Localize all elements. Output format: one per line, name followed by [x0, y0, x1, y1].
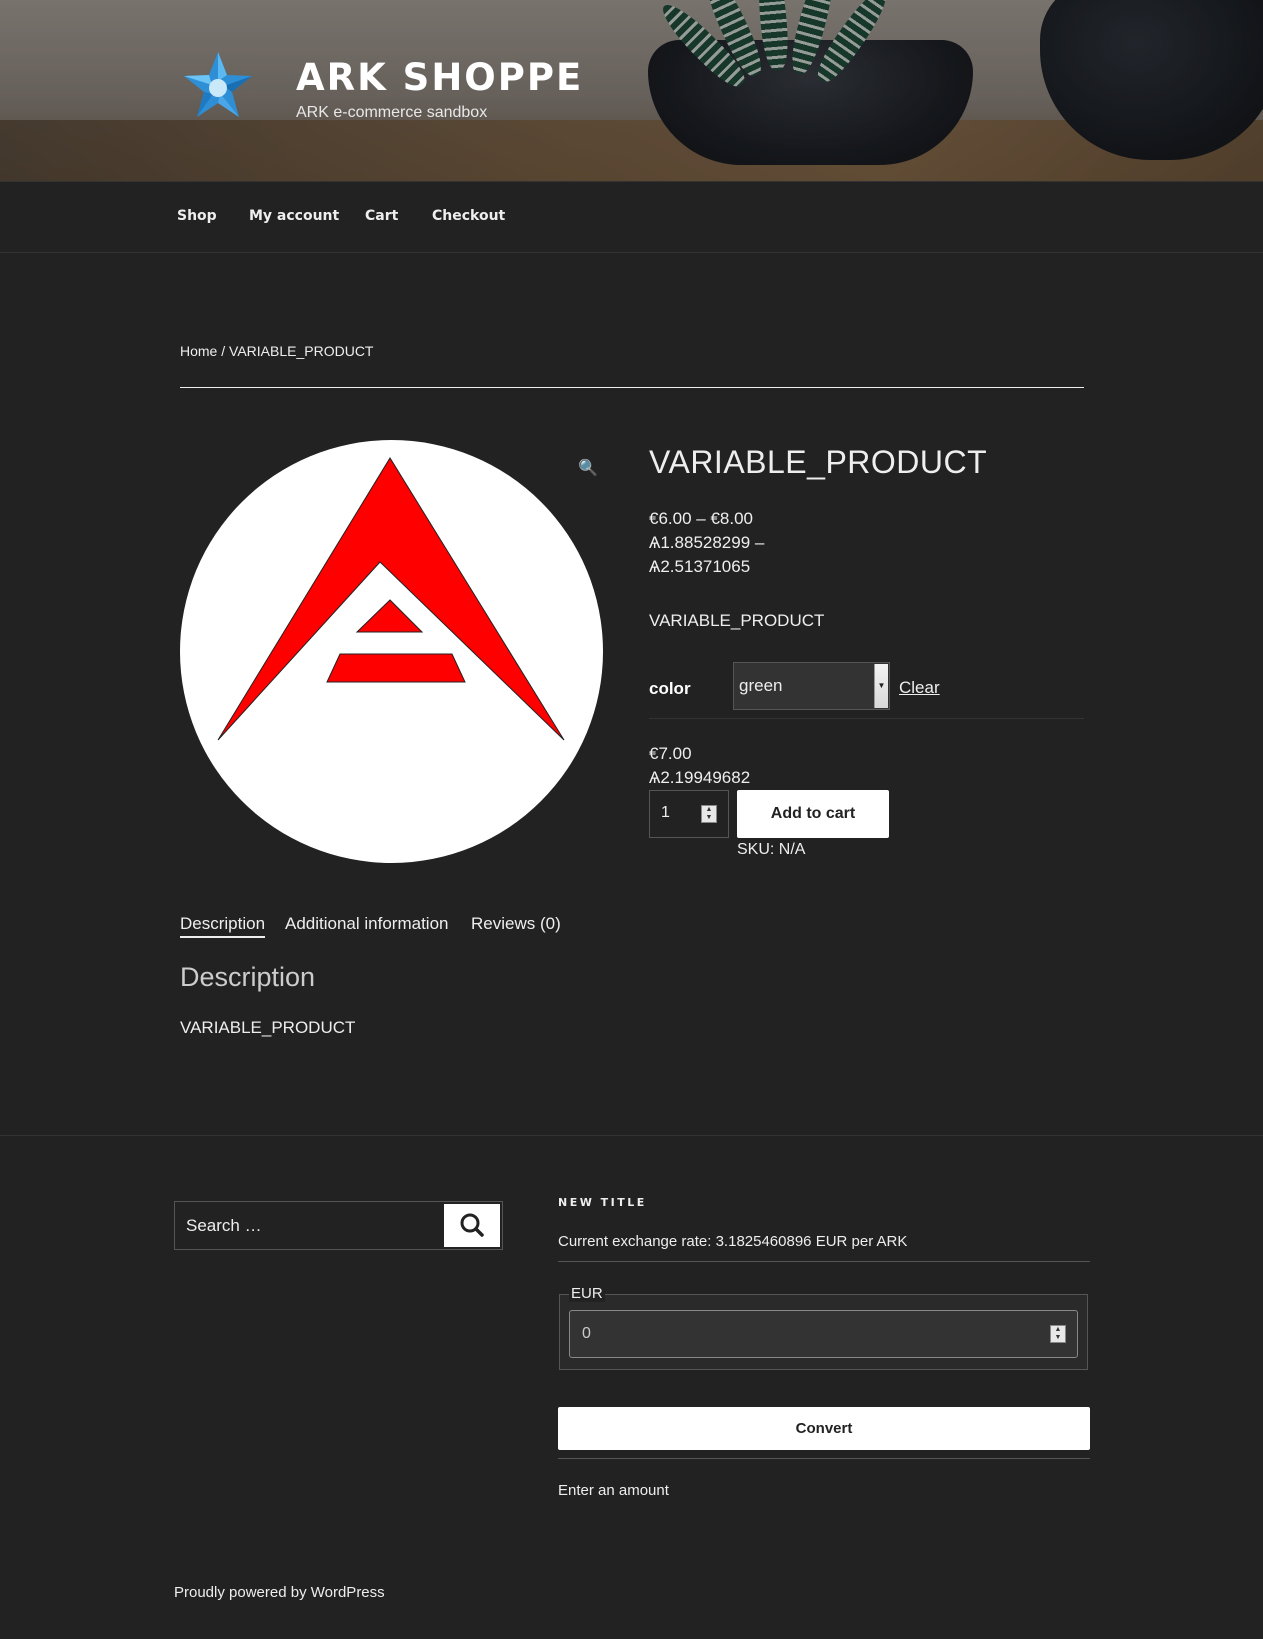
product-image[interactable]: [180, 440, 603, 863]
description-heading: Description: [180, 962, 316, 992]
widget-divider: [558, 1458, 1090, 1459]
star-logo-icon[interactable]: [180, 48, 256, 124]
price-range: €6.00 – €8.00 Ѧ1.88528299 – Ѧ2.51371065: [649, 507, 764, 579]
nav-item-cart[interactable]: Cart: [365, 208, 398, 224]
ark-logo-icon: [217, 457, 565, 741]
zoom-icon[interactable]: 🔍: [578, 458, 598, 478]
breadcrumb-divider: [180, 387, 1084, 388]
product-title: VARIABLE_PRODUCT: [649, 444, 988, 480]
nav-item-my-account[interactable]: My account: [249, 208, 339, 224]
eur-amount-input[interactable]: 0 ▲ ▼: [569, 1310, 1078, 1358]
breadcrumb-home-link[interactable]: Home: [180, 343, 217, 359]
variation-price: €7.00 Ѧ2.19949682: [649, 742, 750, 790]
breadcrumb-separator: /: [217, 343, 230, 359]
description-content: VARIABLE_PRODUCT: [180, 1018, 356, 1037]
site-title[interactable]: ARK SHOPPE: [296, 56, 583, 99]
product-sku: SKU: N/A: [737, 841, 806, 858]
breadcrumb-current: VARIABLE_PRODUCT: [229, 343, 374, 359]
site-header: ARK SHOPPE ARK e-commerce sandbox: [0, 0, 1263, 181]
chevron-down-icon[interactable]: ▼: [874, 664, 888, 708]
variation-price-ark: Ѧ2.19949682: [649, 768, 751, 787]
nav-item-checkout[interactable]: Checkout: [432, 208, 505, 224]
search-input[interactable]: Search …: [186, 1216, 262, 1236]
widget-title: NEW TITLE: [558, 1196, 647, 1209]
main-navigation: Shop My account Cart Checkout: [0, 181, 1263, 253]
conversion-result: Enter an amount: [558, 1482, 669, 1499]
powered-by-link[interactable]: Proudly powered by WordPress: [174, 1584, 385, 1601]
convert-button[interactable]: Convert: [558, 1407, 1090, 1450]
color-select[interactable]: green ▼: [733, 662, 890, 710]
variation-label: color: [649, 679, 691, 698]
spinner-icon[interactable]: ▲ ▼: [1050, 1325, 1066, 1343]
currency-legend: EUR: [569, 1285, 605, 1302]
exchange-rate-text: Current exchange rate: 3.1825460896 EUR …: [558, 1233, 908, 1250]
site-description: ARK e-commerce sandbox: [296, 104, 488, 121]
search-form: Search …: [174, 1201, 503, 1250]
quantity-value: 1: [661, 804, 670, 821]
search-icon: [460, 1213, 484, 1237]
widget-divider: [558, 1261, 1090, 1262]
tab-additional-information[interactable]: Additional information: [285, 914, 448, 934]
price-range-ark: Ѧ1.88528299 –: [649, 533, 765, 552]
footer-divider: [0, 1135, 1263, 1136]
product-short-description: VARIABLE_PRODUCT: [649, 611, 825, 630]
clear-variation-link[interactable]: Clear: [899, 678, 940, 698]
quantity-stepper[interactable]: 1 ▲ ▼: [649, 790, 729, 838]
add-to-cart-button[interactable]: Add to cart: [737, 790, 889, 838]
price-range-eur: €6.00 – €8.00: [649, 509, 753, 528]
eur-amount-value: 0: [582, 1325, 591, 1342]
spinner-icon[interactable]: ▲ ▼: [701, 805, 717, 823]
search-button[interactable]: [444, 1204, 500, 1247]
breadcrumb: Home / VARIABLE_PRODUCT: [180, 343, 373, 359]
tab-reviews[interactable]: Reviews (0): [471, 914, 561, 934]
nav-item-shop[interactable]: Shop: [177, 208, 217, 224]
tab-description[interactable]: Description: [180, 914, 266, 938]
color-select-value: green: [739, 676, 783, 695]
variation-row: color green ▼ Clear: [649, 662, 1084, 719]
price-range-ark: Ѧ2.51371065: [649, 557, 751, 576]
variation-price-eur: €7.00: [649, 744, 692, 763]
